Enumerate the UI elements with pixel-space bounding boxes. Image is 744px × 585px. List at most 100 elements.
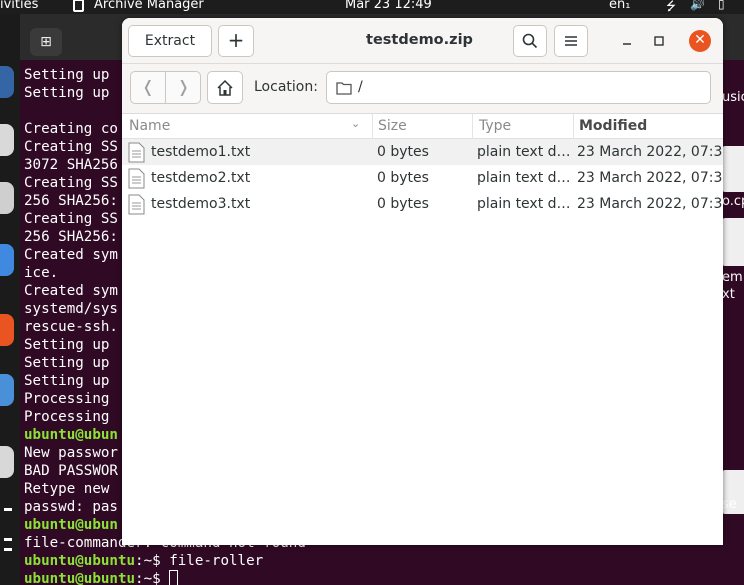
terminal-text: 256 SHA256: xyxy=(24,229,118,245)
hamburger-menu-icon xyxy=(565,36,577,46)
home-button[interactable] xyxy=(207,71,243,104)
terminal-text: Setting up xyxy=(24,355,110,371)
terminal-prompt: ubuntu@ubun xyxy=(24,517,118,533)
activities-button[interactable]: ivities xyxy=(0,0,38,12)
text-file-icon xyxy=(128,194,145,215)
desktop-icon-label: usic xyxy=(722,90,744,105)
file-row[interactable]: testdemo2.txt 0 bytes plain text d… 23 M… xyxy=(122,165,723,191)
archive-manager-window: Extract + testdemo.zip ✕ ❬ ❭ Location: /… xyxy=(122,18,723,545)
extract-button[interactable]: Extract xyxy=(128,25,212,57)
forward-button[interactable]: ❭ xyxy=(166,72,201,103)
terminal-text: :~$ xyxy=(135,571,170,585)
terminal-prompt: ubuntu@ubuntu xyxy=(24,571,136,585)
terminal-text: Setting up xyxy=(24,67,110,83)
terminal-line: ubuntu@ubuntu:~$ xyxy=(24,570,306,585)
file-modified: 23 March 2022, 07:39 xyxy=(577,196,723,212)
back-button[interactable]: ❬ xyxy=(131,72,166,103)
minimize-button[interactable] xyxy=(618,32,636,50)
dock-app-archive-manager[interactable] xyxy=(0,446,14,478)
search-button[interactable] xyxy=(513,25,547,57)
desktop-icon-label: se xyxy=(722,497,737,512)
terminal-prompt: ubuntu@ubuntu xyxy=(24,553,136,569)
app-menu[interactable]: Archive Manager xyxy=(94,0,204,12)
terminal-text: ice. xyxy=(24,265,59,281)
chevron-right-icon: ❭ xyxy=(176,77,191,96)
close-button[interactable]: ✕ xyxy=(689,30,711,52)
dock-app-software[interactable] xyxy=(0,314,14,346)
maximize-button[interactable] xyxy=(650,32,668,50)
file-list-header: Name ⌄ Size Type Modified xyxy=(122,114,723,139)
file-name: testdemo3.txt xyxy=(151,196,251,212)
new-tab-button[interactable]: ⊞ xyxy=(30,28,62,56)
location-label: Location: xyxy=(254,79,318,95)
terminal-text: systemd/sys xyxy=(24,301,118,317)
search-icon xyxy=(522,33,538,49)
terminal-text: passwd: pas xyxy=(24,499,118,515)
terminal-text: :~$ file-roller xyxy=(135,553,264,569)
file-modified: 23 March 2022, 07:39 xyxy=(577,144,723,160)
chevron-left-icon: ❬ xyxy=(141,77,155,96)
network-icon[interactable]: ⭍ xyxy=(666,0,676,14)
terminal-text: Setting up xyxy=(24,373,110,389)
terminal-text: Created sym xyxy=(24,247,118,263)
terminal-text: BAD PASSWOR xyxy=(24,463,118,479)
file-type: plain text d… xyxy=(477,170,571,186)
dock xyxy=(0,14,20,585)
column-header-type[interactable]: Type xyxy=(479,118,511,134)
desktop-file-icon[interactable] xyxy=(722,146,744,192)
terminal-prompt: ubuntu@ubun xyxy=(24,427,118,443)
volume-icon[interactable]: 🔊 xyxy=(690,0,705,11)
terminal-text: New passwor xyxy=(24,445,118,461)
file-size: 0 bytes xyxy=(377,170,429,186)
location-entry[interactable]: / xyxy=(326,71,711,104)
input-language-indicator[interactable]: en₁ xyxy=(609,0,630,12)
dock-app-rhythmbox[interactable] xyxy=(0,182,14,214)
minimize-icon xyxy=(623,43,631,45)
add-files-button[interactable]: + xyxy=(218,25,254,57)
column-separator[interactable] xyxy=(573,114,574,139)
file-modified: 23 March 2022, 07:39 xyxy=(577,170,723,186)
text-file-icon xyxy=(128,142,145,163)
column-header-name[interactable]: Name xyxy=(129,118,170,134)
terminal-text: Processing xyxy=(24,391,110,407)
file-list: Name ⌄ Size Type Modified testdemo1.txt … xyxy=(122,114,723,217)
terminal-line: ubuntu@ubuntu:~$ file-roller xyxy=(24,552,306,570)
folder-icon xyxy=(336,82,352,95)
sort-chevron-down-icon[interactable]: ⌄ xyxy=(351,117,360,130)
terminal-text: Retype new xyxy=(24,481,110,497)
terminal-text: Creating SS xyxy=(24,175,118,191)
dock-app-files[interactable] xyxy=(0,124,14,156)
clock[interactable]: Mar 23 12:49 xyxy=(345,0,432,12)
file-row[interactable]: testdemo3.txt 0 bytes plain text d… 23 M… xyxy=(122,191,723,217)
dock-running-indicator xyxy=(4,548,12,551)
close-icon: ✕ xyxy=(694,32,706,48)
desktop-icon-label: xt xyxy=(722,287,735,302)
home-icon xyxy=(217,79,233,96)
terminal-cursor xyxy=(169,570,179,585)
column-separator[interactable] xyxy=(472,114,473,139)
battery-icon[interactable]: ▯ xyxy=(718,0,725,11)
file-name: testdemo1.txt xyxy=(151,144,251,160)
terminal-text: Setting up xyxy=(24,337,110,353)
archive-manager-app-icon xyxy=(73,0,84,12)
desktop-icon-label: o.cp xyxy=(722,194,744,209)
terminal-text: rescue-ssh. xyxy=(24,319,118,335)
dock-app-thunderbird[interactable] xyxy=(0,66,14,98)
terminal-text: Creating SS xyxy=(24,139,118,155)
desktop-file-icon[interactable] xyxy=(722,218,744,266)
column-header-modified[interactable]: Modified xyxy=(579,118,647,134)
column-separator[interactable] xyxy=(372,114,373,139)
file-size: 0 bytes xyxy=(377,144,429,160)
headerbar: Extract + testdemo.zip ✕ xyxy=(122,18,723,64)
file-row[interactable]: testdemo1.txt 0 bytes plain text d… 23 M… xyxy=(122,139,723,165)
file-type: plain text d… xyxy=(477,196,571,212)
dock-running-indicator xyxy=(4,538,12,541)
dock-app-help[interactable] xyxy=(0,374,14,406)
dock-app-writer[interactable] xyxy=(0,244,14,276)
window-title: testdemo.zip xyxy=(366,32,473,48)
file-size: 0 bytes xyxy=(377,196,429,212)
terminal-text: Creating SS xyxy=(24,211,118,227)
menu-button[interactable] xyxy=(554,25,588,57)
top-bar: ivities Archive Manager Mar 23 12:49 en₁… xyxy=(0,0,744,14)
column-header-size[interactable]: Size xyxy=(378,118,407,134)
